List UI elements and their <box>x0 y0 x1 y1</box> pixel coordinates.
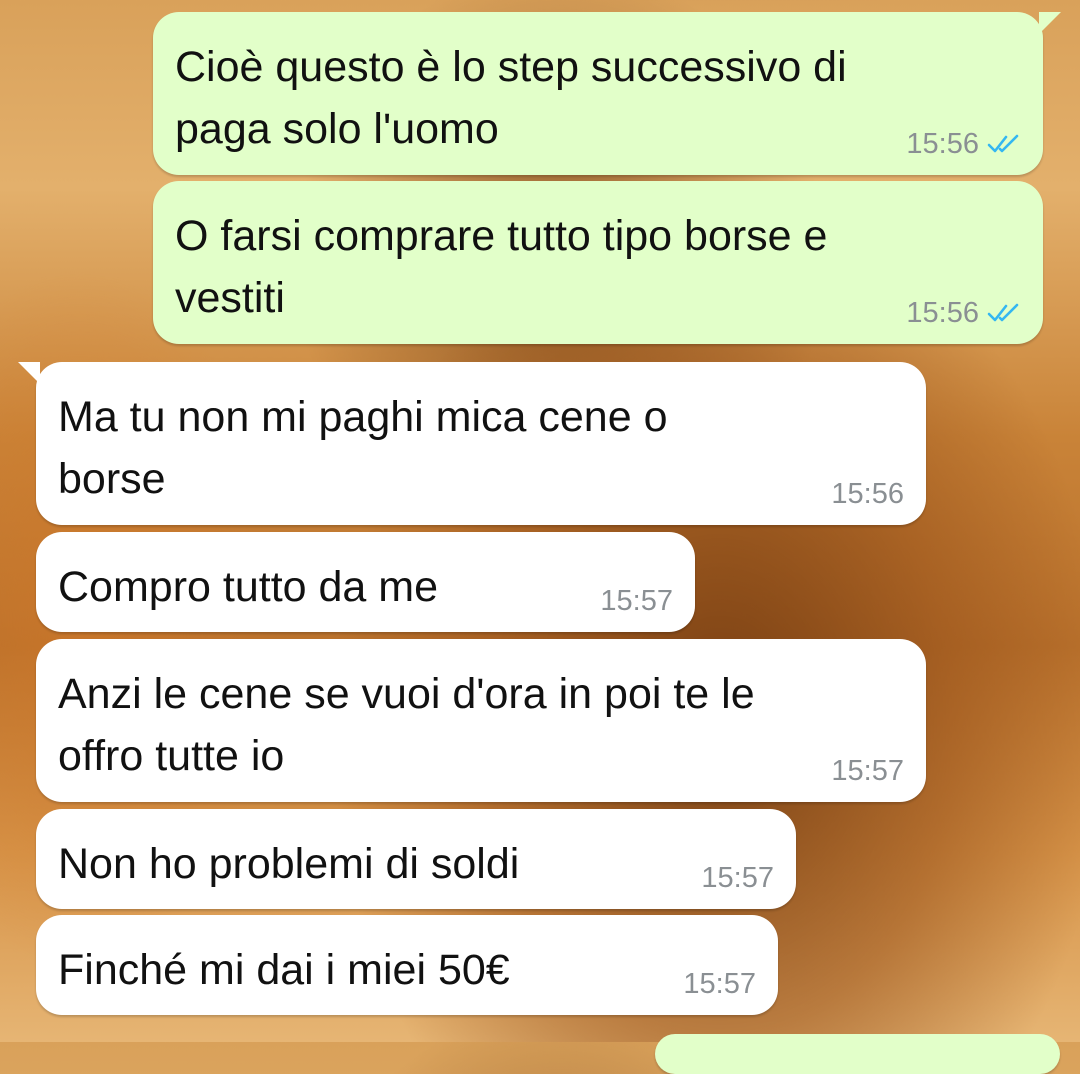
message-text: Anzi le cene se vuoi d'ora in poi te le … <box>58 670 755 780</box>
message-meta: 15:56 <box>906 296 1021 330</box>
message-bubble-incoming[interactable]: Finché mi dai i miei 50€ 15:57 <box>36 915 778 1015</box>
message-time: 15:56 <box>831 478 904 510</box>
message-text: O farsi comprare tutto tipo borse e vest… <box>175 212 828 322</box>
message-meta: 15:57 <box>600 584 673 618</box>
message-time: 15:56 <box>906 128 979 160</box>
message-bubble-incoming[interactable]: Non ho problemi di soldi 15:57 <box>36 809 796 909</box>
message-text: Ma tu non mi paghi mica cene o borse <box>58 393 668 503</box>
message-bubble-incoming[interactable]: Anzi le cene se vuoi d'ora in poi te le … <box>36 639 926 802</box>
message-text: Finché mi dai i miei 50€ <box>58 946 510 994</box>
message-bubble-outgoing[interactable]: O farsi comprare tutto tipo borse e vest… <box>153 181 1043 344</box>
double-check-icon <box>987 134 1019 153</box>
bubble-tail <box>18 362 40 384</box>
message-bubble-incoming[interactable]: Compro tutto da me 15:57 <box>36 532 695 632</box>
message-meta: 15:57 <box>701 861 774 895</box>
bubble-tail <box>1039 12 1061 34</box>
message-bubble-outgoing-partial[interactable] <box>655 1034 1060 1074</box>
message-text: Non ho problemi di soldi <box>58 840 520 888</box>
message-bubble-outgoing[interactable]: Cioè questo è lo step successivo di paga… <box>153 12 1061 175</box>
message-bubble-incoming[interactable]: Ma tu non mi paghi mica cene o borse 15:… <box>18 362 926 525</box>
message-meta: 15:57 <box>683 967 756 1001</box>
message-meta: 15:56 <box>831 477 904 511</box>
message-time: 15:57 <box>701 862 774 894</box>
message-time: 15:57 <box>683 968 756 1000</box>
message-meta: 15:56 <box>906 127 1021 161</box>
message-time: 15:56 <box>906 297 979 329</box>
message-text: Compro tutto da me <box>58 563 439 611</box>
message-text: Cioè questo è lo step successivo di paga… <box>175 43 847 153</box>
message-time: 15:57 <box>600 585 673 617</box>
message-meta: 15:57 <box>831 754 904 788</box>
message-time: 15:57 <box>831 755 904 787</box>
double-check-icon <box>987 303 1019 322</box>
